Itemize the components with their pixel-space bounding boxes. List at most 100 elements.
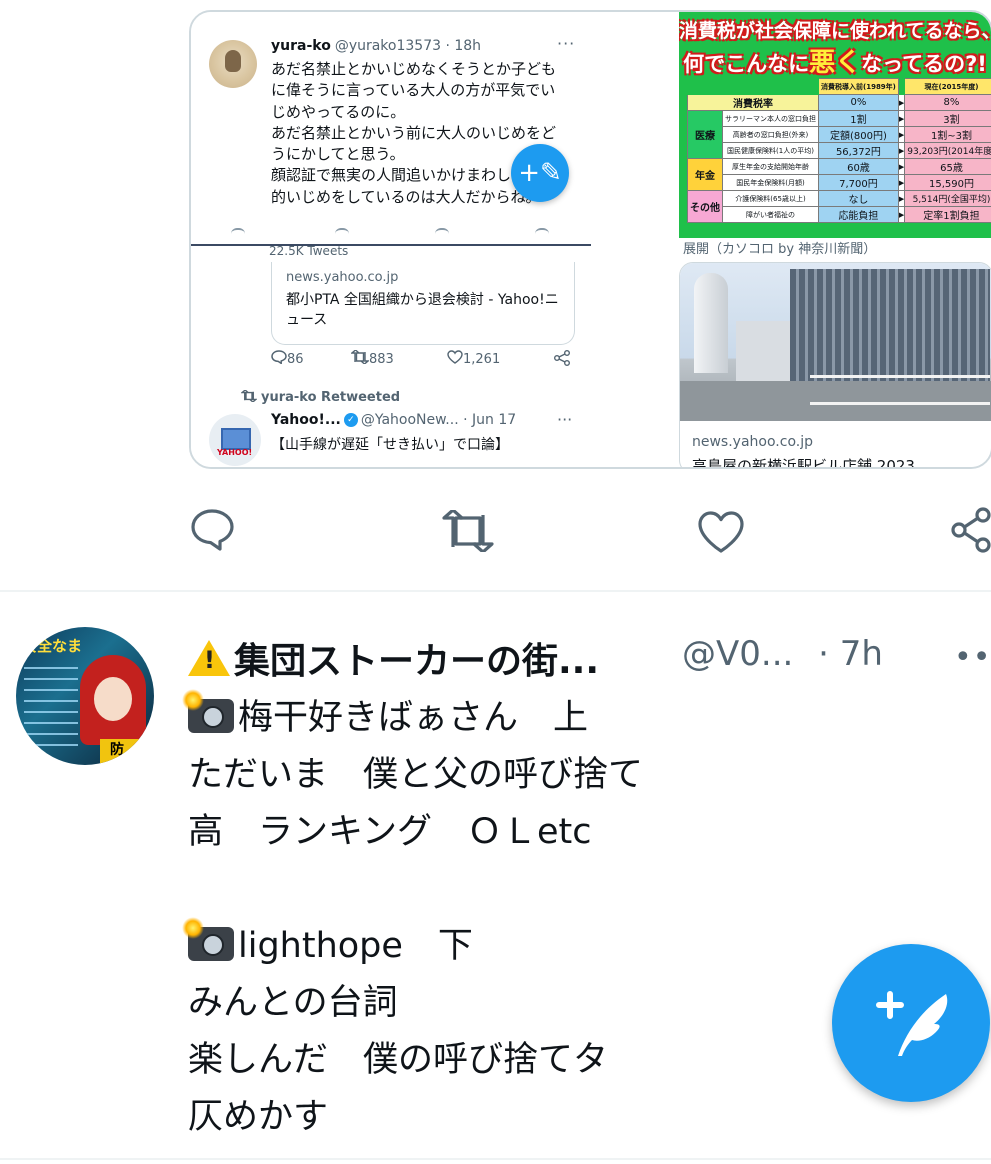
embedded-reply-icon: 86 [271,350,304,367]
poster-row: 高齢者の窓口負担(外来) 定額(800円) ▶ 1割~3割 [688,126,991,143]
warning-icon [188,640,230,676]
poster-after: 65歳 [904,158,991,175]
embedded-retweeted-label: yura-ko Retweeted [261,390,401,405]
poster-cat: 消費税率 [687,94,819,111]
poster-before: 56,372円 [818,142,899,159]
news-title: 高島屋の新横浜駅ビル店舗 2023 [692,457,915,469]
tax-poster-image[interactable]: 消費税が社会保障に使われてるなら、 何でこんなに悪くなってるの?! 消費税導入前… [679,12,991,238]
low-building [736,321,790,381]
poster-after: 93,203円(2014年度) [904,142,991,159]
tweet-line: 高 ランキング ＯＬetc [188,804,643,861]
embedded-more-icon: ··· [557,34,576,53]
tweet-line: ただいま 僕と父の呼び捨て [188,747,643,804]
poster-after: 定率1割負担 [904,206,991,223]
yahoo-avatar [209,414,261,466]
poster-item: 介護保険料(65歳以上) [722,190,819,207]
poster-item: サラリーマン本人の窓口負担 [722,110,819,127]
poster-before: 7,700円 [818,174,899,191]
embedded-tweet-line: あだ名禁止とかいう前に大人のいじめをど [271,123,557,142]
tweet-line-text: みんとの台詞 [188,983,398,1023]
avatar-caption: 安全なま [22,637,83,655]
poster-col-before: 消費税導入前(1989年) [818,78,899,95]
poster-before: 60歳 [818,158,899,175]
embedded-compose-icon: +✎ [511,144,569,202]
poster-table: 消費税導入前(1989年) 現在(2015年度) 消費税率 0% ▶ 8% 医療… [687,78,991,223]
poster-item: 国民年金保険料(月額) [722,174,819,191]
yahoo-tweet-time: · Jun 17 [463,412,517,428]
poster-item: 障がい者福祉の [722,206,819,223]
tower-building [694,273,728,373]
poster-row: その他 介護保険料(65歳以上) なし ▶ 5,514円(全国平均) [687,190,991,223]
embedded-tweet-line: に偉そうに言っている大人の方が平気でい [271,81,556,100]
embedded-user-name: yura-ko [271,38,331,54]
tweet-line: lighthope 下 [182,917,643,975]
yahoo-user-handle: @YahooNew... [360,412,459,428]
more-options-icon[interactable]: ••• [954,640,991,675]
railing [810,375,990,405]
retweet-icon[interactable] [442,508,494,556]
tweet-line: 楽しんだ 僕の呼び捨てタ [188,1032,643,1089]
embedded-action-stub [231,228,245,236]
embedded-retweeted-by: yura-ko Retweeted [240,389,401,405]
poster-before: なし [818,190,899,207]
embedded-retweet-icon: 883 [350,349,394,367]
user-name[interactable]: 集団ストーカーの街... [234,641,599,682]
poster-caption: 展開（カソコロ by 神奈川新聞） [683,242,877,257]
tweet-line-text: lighthope 下 [238,926,473,966]
poster-row: 国民年金保険料(月額) 7,700円 ▶ 15,590円 [688,174,991,191]
embedded-screenshot[interactable]: yura-ko @yurako13573 · 18h ··· あだ名禁止とかいじめ… [191,12,591,467]
poster-headline-2-pre: 何でこんなに [683,52,810,76]
tweet-line-text: 梅干好きばぁさん 上 [238,698,589,738]
embedded-actions: 86 883 1,261 [271,348,581,368]
embedded-reply-count: 86 [287,352,304,367]
poster-headline-2: 何でこんなに悪くなってるの?! [679,42,991,79]
poster-headline-1: 消費税が社会保障に使われてるなら、 [679,20,991,42]
compose-tweet-button[interactable] [832,944,990,1102]
user-handle-time: @V0... · 7h [682,634,883,674]
tweet-media-grid[interactable]: yura-ko @yurako13573 · 18h ··· あだ名禁止とかいじめ… [189,10,991,469]
embedded-action-stub [535,228,549,236]
poster-item: 厚生年金の支給開始年齢 [722,158,819,175]
embedded-link-domain: news.yahoo.co.jp [286,270,399,285]
embedded-link-card: news.yahoo.co.jp 都小PTA 全国組織から退会検討 - Yaho… [271,262,575,345]
tweet-action-bar [0,500,991,562]
camera-flash-icon [182,917,234,961]
poster-after: 3割 [904,110,991,127]
poster-row: 年金 厚生年金の支給開始年齢 60歳 ▶ 65歳 [687,158,991,191]
news-link-card[interactable]: news.yahoo.co.jp 高島屋の新横浜駅ビル店舗 2023 [679,262,991,469]
tweet-line-text: 高 ランキング ＯＬetc [188,812,592,852]
embedded-tweet: yura-ko @yurako13573 · 18h ··· あだ名禁止とかいじめ… [191,12,591,246]
embedded-action-stub [435,228,449,236]
verified-icon: ✓ [343,413,358,427]
avatar-sign: 防 [100,739,154,765]
poster-col [687,78,723,95]
embedded-retweet-count: 883 [369,352,394,367]
share-icon[interactable] [950,506,991,558]
tweet-line: 梅干好きばぁさん 上 [182,689,643,747]
tweet-line: 仄めかす [188,1089,643,1146]
poster-col [722,78,819,95]
embedded-tweet-line: あだ名禁止とかいじめなくそうとか子ども [271,60,557,78]
poster-before: 応能負担 [818,206,899,223]
poster-cat: 医療 [687,110,723,159]
tweet-line: みんとの台詞 [188,975,643,1032]
embedded-tweets-count: 22.5K Tweets [269,244,349,258]
tweet-text: 梅干好きばぁさん 上 ただいま 僕と父の呼び捨て 高 ランキング ＯＬetc l… [182,689,643,1146]
tweet-divider [0,590,991,592]
embedded-like-count: 1,261 [463,352,501,367]
reply-icon[interactable] [190,508,236,556]
like-icon[interactable] [697,510,745,558]
poster-cat: その他 [687,190,723,223]
avatar[interactable]: 安全なま 防 [16,627,154,765]
camera-flash-icon [182,689,234,733]
poster-before: 0% [818,94,899,111]
poster-after: 15,590円 [904,174,991,191]
embedded-avatar [209,40,257,88]
poster-before: 定額(800円) [818,126,899,143]
tweet-time: · 7h [818,634,883,674]
user-handle[interactable]: @V0... [682,634,793,674]
compose-icon [876,991,948,1056]
embedded-tweet-time: · 18h [445,38,482,54]
embedded-tweet-header: yura-ko @yurako13573 · 18h [271,38,481,54]
